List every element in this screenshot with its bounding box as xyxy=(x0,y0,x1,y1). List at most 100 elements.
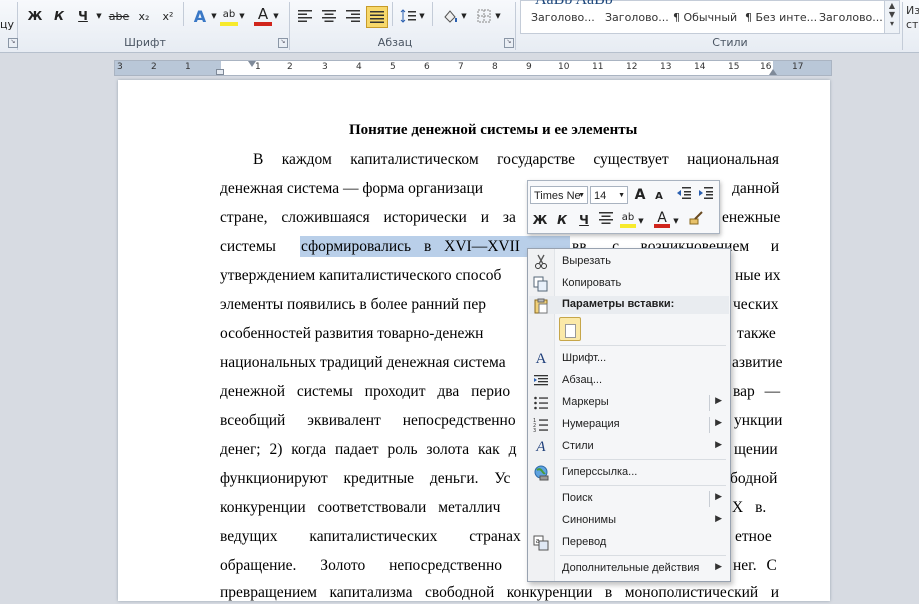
font-color-button[interactable]: A xyxy=(254,5,272,26)
submenu-arrow-icon[interactable]: ▶ xyxy=(715,514,722,524)
cut-label-fragment[interactable]: цу xyxy=(0,14,14,34)
mini-font-name-select[interactable]: Times Ne ▼ xyxy=(530,186,588,204)
styles-icon: A xyxy=(536,439,546,455)
line-spacing-dropdown-icon[interactable]: ▼ xyxy=(418,6,426,26)
change-styles-fragment[interactable]: Из xyxy=(906,4,919,17)
ruler-number: 2 xyxy=(287,62,293,72)
borders-dropdown-icon[interactable]: ▼ xyxy=(494,6,502,26)
menu-item-styles[interactable]: A Стили ▶ xyxy=(528,436,730,458)
font-dialog-launcher-icon[interactable]: ↘ xyxy=(278,38,288,48)
ribbon-separator xyxy=(183,2,184,26)
borders-icon[interactable] xyxy=(474,6,494,26)
submenu-arrow-icon[interactable]: ▶ xyxy=(715,562,722,572)
underline-dropdown-icon[interactable]: ▼ xyxy=(94,6,104,26)
text-effects-button[interactable]: A xyxy=(190,6,210,26)
menu-item-label: Гиперссылка... xyxy=(562,466,638,478)
menu-item-label: Вырезать xyxy=(562,255,611,267)
mini-increase-indent-icon[interactable] xyxy=(698,186,714,204)
line-end: ные их xyxy=(735,267,781,284)
paragraph-dialog-launcher-icon[interactable]: ↘ xyxy=(504,38,514,48)
style-normal[interactable]: ¶ Обычный xyxy=(673,11,737,24)
bold-button[interactable]: Ж xyxy=(26,6,44,26)
mini-decrease-indent-icon[interactable] xyxy=(676,186,692,204)
submenu-divider xyxy=(709,491,710,507)
menu-item-label: Перевод xyxy=(562,536,607,548)
submenu-arrow-icon[interactable]: ▶ xyxy=(715,396,722,406)
ribbon-separator xyxy=(902,2,903,50)
mini-highlight-button[interactable]: ab xyxy=(620,209,636,228)
menu-item-numbering[interactable]: 123 Нумерация ▶ xyxy=(528,414,730,436)
menu-item-font[interactable]: A Шрифт... xyxy=(528,348,730,370)
right-indent-marker[interactable] xyxy=(769,69,777,75)
line-spacing-icon[interactable] xyxy=(398,6,418,26)
format-painter-icon[interactable] xyxy=(688,211,704,229)
ruler-number: 8 xyxy=(492,62,498,72)
menu-item-paragraph[interactable]: Абзац... xyxy=(528,370,730,392)
shading-icon[interactable] xyxy=(440,6,460,26)
first-line-indent-marker[interactable] xyxy=(248,61,256,67)
style-heading-1[interactable]: Заголово... xyxy=(531,11,595,24)
align-right-icon[interactable] xyxy=(344,6,362,26)
align-center-icon[interactable] xyxy=(320,6,338,26)
hyperlink-globe-icon xyxy=(533,465,549,481)
menu-item-bullets[interactable]: Маркеры ▶ xyxy=(528,392,730,414)
menu-item-copy[interactable]: Копировать xyxy=(528,273,730,295)
style-heading-2[interactable]: Заголово... xyxy=(605,11,669,24)
mini-grow-font-button[interactable]: A xyxy=(632,186,648,204)
menu-item-additional-actions[interactable]: Дополнительные действия ▶ xyxy=(528,558,730,580)
line-end: етное xyxy=(735,528,772,545)
submenu-arrow-icon[interactable]: ▶ xyxy=(715,418,722,428)
font-color-dropdown-icon[interactable]: ▼ xyxy=(272,6,280,26)
italic-button[interactable]: К xyxy=(50,6,68,26)
menu-item-translate[interactable]: a Перевод xyxy=(528,532,730,554)
submenu-arrow-icon[interactable]: ▶ xyxy=(715,492,722,502)
highlight-button[interactable]: ab xyxy=(220,6,238,26)
menu-item-synonyms[interactable]: Синонимы ▶ xyxy=(528,510,730,532)
styles-gallery-scroll[interactable]: ▲ ▼ ▾ xyxy=(884,0,900,34)
ruler-number: 3 xyxy=(322,62,328,72)
shading-dropdown-icon[interactable]: ▼ xyxy=(460,6,468,26)
ribbon-separator xyxy=(289,2,290,50)
style-no-spacing[interactable]: ¶ Без инте... xyxy=(745,11,817,24)
subscript-button[interactable]: x₂ xyxy=(134,6,154,26)
mini-font-size-dropdown-icon: ▼ xyxy=(618,192,625,199)
submenu-arrow-icon[interactable]: ▶ xyxy=(715,440,722,450)
mini-underline-button[interactable]: Ч xyxy=(576,211,592,229)
menu-item-cut[interactable]: Вырезать xyxy=(528,251,730,273)
horizontal-ruler[interactable]: 3 2 1 1 2 3 4 5 6 7 8 9 10 11 12 13 14 1… xyxy=(114,60,832,76)
font-icon: A xyxy=(535,351,547,367)
ribbon-separator xyxy=(515,2,516,50)
mini-italic-button[interactable]: К xyxy=(554,211,570,229)
mini-font-color-dropdown-icon[interactable]: ▼ xyxy=(672,212,680,230)
menu-separator xyxy=(560,555,726,556)
highlight-dropdown-icon[interactable]: ▼ xyxy=(238,6,246,26)
mini-font-color-button[interactable]: A xyxy=(654,209,670,228)
text-effects-dropdown-icon[interactable]: ▼ xyxy=(210,6,218,26)
strikethrough-button[interactable]: abe xyxy=(108,6,130,26)
mini-bold-button[interactable]: Ж xyxy=(532,211,548,229)
styles-gallery[interactable]: AaBb AaBb Заголово... Заголово... ¶ Обыч… xyxy=(520,0,886,34)
mini-font-size-select[interactable]: 14 ▼ xyxy=(590,186,628,204)
selected-text: сформировались в XVI—XVII xyxy=(301,238,520,255)
mini-shrink-font-button[interactable]: A xyxy=(651,188,667,206)
underline-button[interactable]: Ч xyxy=(74,6,92,26)
superscript-button[interactable]: x² xyxy=(158,6,178,26)
ruler-number: 3 xyxy=(117,62,123,72)
menu-item-label: Поиск xyxy=(562,492,593,504)
ribbon-separator xyxy=(432,2,433,26)
paste-keep-formatting-icon[interactable] xyxy=(559,317,581,341)
menu-item-label: Абзац... xyxy=(562,374,603,386)
left-indent-marker[interactable] xyxy=(216,69,224,75)
menu-item-search[interactable]: Поиск ▶ xyxy=(528,488,730,510)
mini-highlight-dropdown-icon[interactable]: ▼ xyxy=(637,212,645,230)
ribbon: цу Ж К Ч ▼ abe x₂ x² A ▼ ab ▼ A ▼ ↘ ↘ Шр… xyxy=(0,0,919,53)
mini-center-icon[interactable] xyxy=(598,211,614,229)
change-styles-fragment-2[interactable]: сти xyxy=(906,18,919,31)
align-left-icon[interactable] xyxy=(296,6,314,26)
line-end: азвитие xyxy=(732,354,783,371)
menu-item-label: Синонимы xyxy=(562,514,616,526)
justify-icon[interactable] xyxy=(366,6,388,28)
style-heading-3[interactable]: Заголово... xyxy=(819,11,883,24)
clipboard-dialog-launcher-icon[interactable]: ↘ xyxy=(8,38,18,48)
menu-item-hyperlink[interactable]: Гиперссылка... xyxy=(528,462,730,484)
